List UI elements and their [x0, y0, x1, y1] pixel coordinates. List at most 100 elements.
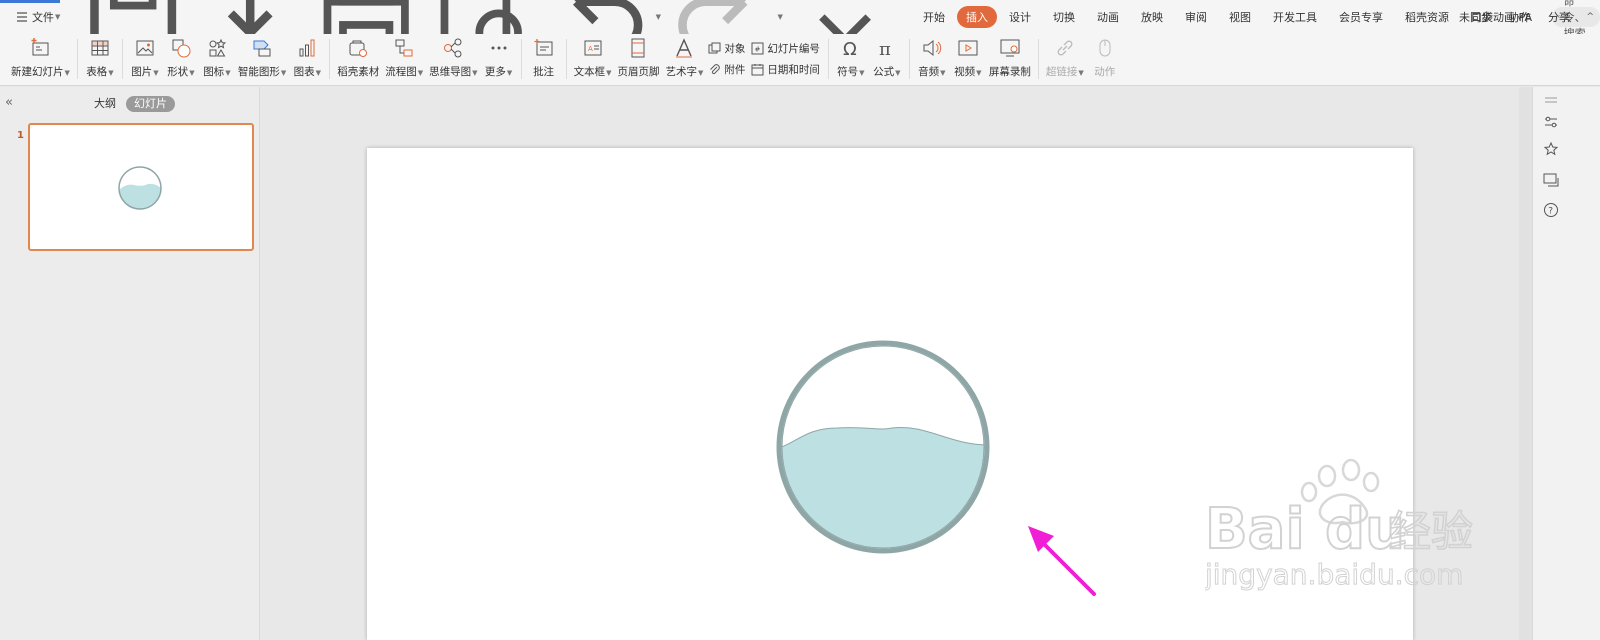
- video-label: 视频: [954, 66, 976, 78]
- hyperlink-button[interactable]: 超链接▼: [1046, 37, 1084, 79]
- divider: [565, 39, 567, 79]
- collapse-panel-icon[interactable]: «: [5, 95, 13, 110]
- smart-art-label: 智能图形: [237, 66, 280, 78]
- picture-icon: [136, 40, 154, 56]
- calendar-icon: [751, 64, 764, 76]
- collapse-ribbon-icon[interactable]: ^: [1586, 12, 1594, 22]
- menu-bar: 文件 ▼ ▼ ▼ 开始 插入 设计 切换 动画 放映 审阅 视图 开发工具 会员…: [0, 0, 1600, 67]
- slide-number-label: 幻灯片编号: [767, 43, 820, 55]
- screen-record-button[interactable]: 屏幕录制: [989, 37, 1031, 79]
- divider: [520, 39, 522, 79]
- divider: [827, 39, 829, 79]
- art-text-button[interactable]: 艺术字▼: [665, 37, 703, 79]
- textbox-icon: A: [584, 40, 601, 56]
- tab-outline[interactable]: 大纲: [94, 96, 116, 112]
- video-button[interactable]: 视频▼: [953, 37, 983, 79]
- flowchart-icon: [395, 39, 413, 57]
- tab-review[interactable]: 审阅: [1175, 6, 1217, 28]
- formula-button[interactable]: π 公式▼: [872, 37, 902, 79]
- slide-panel-header: « 大纲 幻灯片: [0, 95, 260, 113]
- thumbnail-water: [119, 183, 161, 209]
- tab-slides[interactable]: 幻灯片: [126, 96, 175, 112]
- object-button[interactable]: 对象: [708, 41, 745, 56]
- mindmap-icon: [444, 38, 462, 58]
- tab-home[interactable]: 开始: [913, 6, 955, 28]
- video-icon: [958, 40, 978, 56]
- tab-docer[interactable]: 稻壳资源: [1395, 6, 1459, 28]
- audio-label: 音频: [918, 66, 940, 78]
- animation-pane-icon[interactable]: [1542, 141, 1560, 159]
- divider: [908, 39, 910, 79]
- comment-button[interactable]: 批注: [529, 37, 559, 79]
- action-button[interactable]: 动作: [1090, 37, 1120, 79]
- omega-icon: Ω: [843, 39, 857, 59]
- tab-transition[interactable]: 切换: [1043, 6, 1085, 28]
- window-accent-line: [0, 0, 60, 3]
- chart-button[interactable]: 图表▼: [292, 37, 322, 79]
- divider: [329, 39, 331, 79]
- properties-icon[interactable]: [1542, 113, 1560, 131]
- right-task-pane: ?: [1532, 87, 1600, 640]
- collaborate-button[interactable]: 协作: [1506, 9, 1531, 25]
- mindmap-label: 思维导图: [429, 66, 472, 78]
- divider: [1037, 39, 1039, 79]
- table-label: 表格: [86, 66, 108, 78]
- header-footer-button[interactable]: 页眉页脚: [617, 37, 659, 79]
- docer-material-button[interactable]: 稻壳素材: [337, 37, 379, 79]
- slide-panel: « 大纲 幻灯片 1: [0, 87, 260, 640]
- hamburger-icon: [17, 12, 27, 22]
- chevron-down-icon: ▼: [55, 13, 61, 21]
- shape-button[interactable]: 形状▼: [166, 37, 196, 79]
- slide-switch-icon[interactable]: [1542, 171, 1560, 189]
- art-text-icon: [676, 38, 693, 58]
- more-options-icon[interactable]: ⋮: [1562, 10, 1574, 24]
- picture-label: 图片: [131, 66, 153, 78]
- header-footer-label: 页眉页脚: [617, 66, 660, 78]
- icon-label: 图标: [203, 66, 225, 78]
- new-slide-label: 新建幻灯片: [11, 66, 64, 78]
- attachment-button[interactable]: 附件: [708, 62, 745, 77]
- smart-art-button[interactable]: 智能图形▼: [238, 37, 286, 79]
- vertical-scrollbar[interactable]: [1519, 87, 1532, 640]
- svg-text:π: π: [879, 39, 891, 59]
- object-icon: [708, 42, 721, 54]
- tab-design[interactable]: 设计: [999, 6, 1041, 28]
- chevron-down-icon[interactable]: ▼: [656, 13, 661, 21]
- svg-text:#: #: [755, 46, 761, 54]
- water-wave-shape[interactable]: [779, 426, 987, 568]
- chevron-down-icon[interactable]: ▼: [777, 13, 782, 21]
- sync-button[interactable]: 未同步: [1456, 9, 1492, 25]
- tab-view[interactable]: 视图: [1219, 6, 1261, 28]
- tab-developer[interactable]: 开发工具: [1263, 6, 1327, 28]
- pane-menu-icon[interactable]: [1542, 93, 1560, 111]
- more-label: 更多: [484, 66, 506, 78]
- shape-icon: [172, 39, 191, 58]
- symbol-button[interactable]: Ω 符号▼: [836, 37, 866, 79]
- tab-animation[interactable]: 动画: [1087, 6, 1129, 28]
- table-button[interactable]: 表格▼: [85, 37, 115, 79]
- watermark-brand: Bai: [1205, 497, 1305, 562]
- textbox-button[interactable]: A 文本框▼: [574, 37, 611, 79]
- icon-button[interactable]: 图标▼: [202, 37, 232, 79]
- tab-member[interactable]: 会员专享: [1329, 6, 1393, 28]
- slide-number-button[interactable]: # 幻灯片编号: [751, 41, 820, 56]
- mindmap-button[interactable]: 思维导图▼: [429, 37, 478, 79]
- art-text-label: 艺术字: [665, 66, 697, 78]
- smart-art-icon: [253, 40, 271, 57]
- date-time-button[interactable]: 日期和时间: [751, 62, 820, 77]
- paperclip-icon: [710, 64, 721, 75]
- help-icon[interactable]: ?: [1542, 201, 1560, 219]
- header-footer-icon: [631, 38, 645, 58]
- file-menu-button[interactable]: 文件 ▼: [10, 6, 65, 28]
- slide-thumbnail[interactable]: [28, 123, 254, 251]
- object-label: 对象: [724, 43, 746, 55]
- audio-button[interactable]: 音频▼: [917, 37, 947, 79]
- new-slide-button[interactable]: 新建幻灯片▼: [11, 37, 70, 79]
- flowchart-button[interactable]: 流程图▼: [385, 37, 423, 79]
- more-button[interactable]: 更多▼: [484, 37, 514, 79]
- watermark-product: 经验: [1389, 507, 1473, 556]
- tab-insert[interactable]: 插入: [957, 6, 998, 28]
- picture-button[interactable]: 图片▼: [130, 37, 160, 79]
- tab-slideshow[interactable]: 放映: [1131, 6, 1173, 28]
- attachment-label: 附件: [724, 64, 746, 76]
